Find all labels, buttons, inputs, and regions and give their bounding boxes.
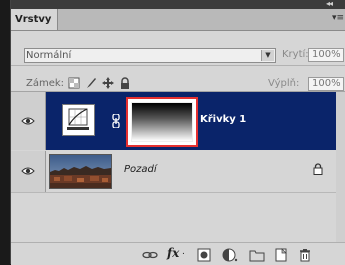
panel-menu-icon[interactable]: ▾≡	[332, 13, 344, 23]
opacity-label: Krytí:	[282, 49, 309, 60]
lock-move-icon[interactable]	[102, 77, 114, 89]
fill-field[interactable]: 100%	[308, 77, 344, 91]
lock-label: Zámek:	[26, 78, 65, 89]
lock-transparency-icon[interactable]	[68, 77, 80, 89]
new-layer-icon[interactable]	[274, 248, 288, 262]
layer-list: Křivky 1 Pozadí	[11, 92, 345, 242]
curves-icon	[67, 108, 89, 130]
adjustment-layer-icon[interactable]	[222, 248, 238, 262]
lock-icon	[313, 163, 323, 175]
blend-mode-select[interactable]: Normální ▼	[24, 48, 276, 63]
blend-row: Normální ▼ Krytí: 100% ▸	[11, 31, 345, 66]
mask-gradient	[131, 102, 193, 142]
opacity-field[interactable]: 100%	[308, 48, 344, 62]
layer-row-curves[interactable]: Křivky 1	[11, 92, 345, 150]
layer-name[interactable]: Křivky 1	[200, 114, 246, 125]
blend-mode-value: Normální	[26, 50, 72, 61]
city-photo	[50, 155, 111, 188]
chevron-down-icon[interactable]: ▼	[261, 50, 274, 61]
panel-toolbar: fx .	[11, 242, 345, 265]
collapse-panel-icon[interactable]: ◂◂	[326, 0, 333, 8]
panel-titlebar: ◂◂	[11, 0, 345, 9]
layers-scrollbar[interactable]	[336, 92, 345, 242]
add-mask-icon[interactable]	[197, 248, 211, 262]
lock-paint-icon[interactable]	[85, 77, 97, 89]
trash-icon[interactable]	[298, 248, 312, 262]
visibility-toggle[interactable]	[11, 92, 46, 150]
fx-icon[interactable]: fx	[167, 246, 179, 260]
link-layers-icon[interactable]	[142, 248, 158, 262]
image-thumbnail[interactable]	[49, 154, 112, 189]
layer-name[interactable]: Pozadí	[124, 164, 157, 175]
curves-thumbnail[interactable]	[62, 104, 95, 136]
chain-link-icon[interactable]	[112, 114, 120, 128]
layer-mask-thumbnail[interactable]	[126, 97, 198, 147]
fx-dot-icon: .	[182, 247, 185, 257]
layers-panel: ◂◂ Vrstvy ▾≡ Normální ▼ Krytí: 100% ▸ Zá…	[10, 0, 345, 265]
new-group-icon[interactable]	[249, 248, 265, 262]
lock-row: Zámek: Výplň: 100%	[11, 66, 345, 92]
layer-row-background[interactable]: Pozadí	[11, 151, 345, 193]
eye-icon[interactable]	[21, 116, 35, 126]
visibility-toggle[interactable]	[11, 151, 46, 192]
tab-layers[interactable]: Vrstvy	[11, 9, 58, 30]
eye-icon[interactable]	[21, 166, 35, 176]
tab-bar: Vrstvy ▾≡	[11, 9, 345, 31]
lock-all-icon[interactable]	[119, 77, 131, 89]
fill-label: Výplň:	[268, 78, 300, 89]
